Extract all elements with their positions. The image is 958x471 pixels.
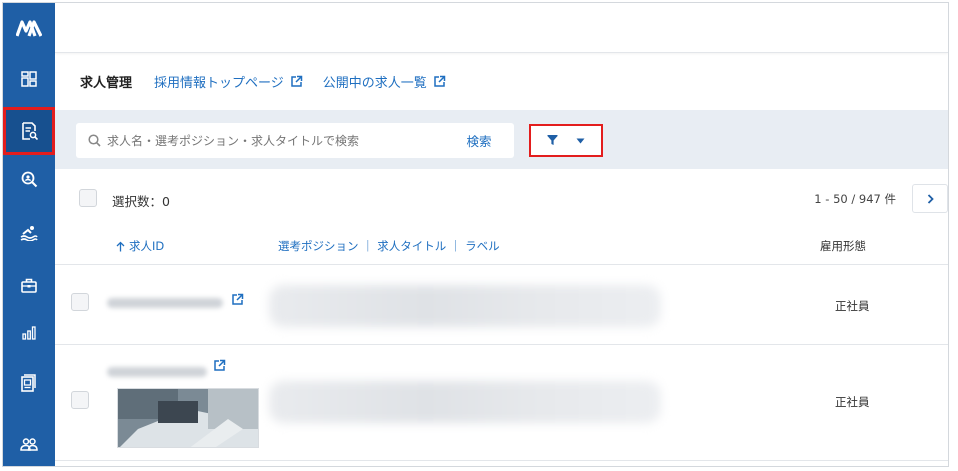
job-title-blurred <box>269 285 661 327</box>
external-link-icon[interactable] <box>213 359 226 372</box>
selection-row: 選択数：0 1 - 50 / 947 件 <box>55 169 948 227</box>
sidebar-item-jobs[interactable] <box>3 107 55 155</box>
chevron-right-icon <box>927 193 934 204</box>
column-header-id-label: 求人ID <box>129 239 165 253</box>
published-jobs-link[interactable]: 公開中の求人一覧 <box>323 72 446 91</box>
breadcrumb: 求人管理 採用情報トップページ 公開中の求人一覧 <box>55 53 948 110</box>
column-header-employment-type: 雇用形態 <box>820 239 866 253</box>
sidebar-item-dashboard[interactable] <box>3 55 55 103</box>
external-link-icon <box>290 75 303 88</box>
job-thumbnail <box>117 388 259 448</box>
sidebar <box>3 3 55 466</box>
employment-type: 正社員 <box>835 299 870 313</box>
sidebar-item-activity[interactable] <box>3 209 55 257</box>
sidebar-item-analytics[interactable] <box>3 309 55 357</box>
sort-ascending-icon <box>116 241 125 251</box>
search-bar: 検索 <box>55 110 948 169</box>
filter-icon <box>547 135 558 145</box>
job-id-blurred <box>107 367 207 377</box>
app-logo[interactable] <box>3 3 55 53</box>
users-icon <box>20 438 38 451</box>
recruit-top-link-label: 採用情報トップページ <box>154 76 284 91</box>
top-bar <box>55 3 948 53</box>
table-row[interactable]: 正社員 <box>55 345 948 461</box>
pagination-count: 1 - 50 / 947 件 <box>814 192 896 206</box>
job-document-icon <box>21 122 38 140</box>
logo-icon <box>16 20 42 37</box>
recruit-top-link[interactable]: 採用情報トップページ <box>154 72 303 91</box>
sidebar-item-business[interactable] <box>3 261 55 309</box>
swimmer-icon <box>20 226 38 241</box>
form-icon <box>21 374 36 392</box>
dashboard-icon <box>21 71 37 87</box>
external-link-icon <box>433 75 446 88</box>
column-header-position[interactable]: 選考ポジション ｜ 求人タイトル ｜ ラベル <box>278 238 500 254</box>
row-checkbox[interactable] <box>71 391 89 409</box>
briefcase-icon <box>21 278 37 293</box>
external-link-icon[interactable] <box>231 293 244 306</box>
table-row[interactable]: 正社員 <box>55 265 948 345</box>
job-title-blurred <box>269 381 661 423</box>
chevron-down-icon <box>576 138 585 143</box>
table-header: 求人ID 選考ポジション ｜ 求人タイトル ｜ ラベル 雇用形態 <box>55 227 948 265</box>
employment-type: 正社員 <box>835 395 870 409</box>
sidebar-item-candidate-search[interactable] <box>3 155 55 203</box>
job-id-blurred <box>107 298 223 308</box>
select-all-checkbox[interactable] <box>79 189 97 207</box>
page-title: 求人管理 <box>80 76 133 91</box>
row-checkbox[interactable] <box>71 293 89 311</box>
sidebar-item-users[interactable] <box>3 421 55 466</box>
selection-count: 選択数：0 <box>112 194 170 209</box>
search-button[interactable]: 検索 <box>444 123 514 158</box>
search-icon <box>88 134 101 147</box>
filter-button[interactable] <box>529 124 603 157</box>
search-input[interactable] <box>107 133 427 148</box>
app-window: 求人管理 採用情報トップページ 公開中の求人一覧 検索 <box>2 2 949 467</box>
published-jobs-link-label: 公開中の求人一覧 <box>322 76 427 91</box>
search-box: 検索 <box>76 123 514 158</box>
analytics-icon <box>22 326 36 340</box>
search-candidates-icon <box>21 171 37 187</box>
sidebar-item-forms[interactable] <box>3 359 55 407</box>
next-page-button[interactable] <box>912 184 948 213</box>
column-header-id[interactable]: 求人ID <box>116 238 164 254</box>
